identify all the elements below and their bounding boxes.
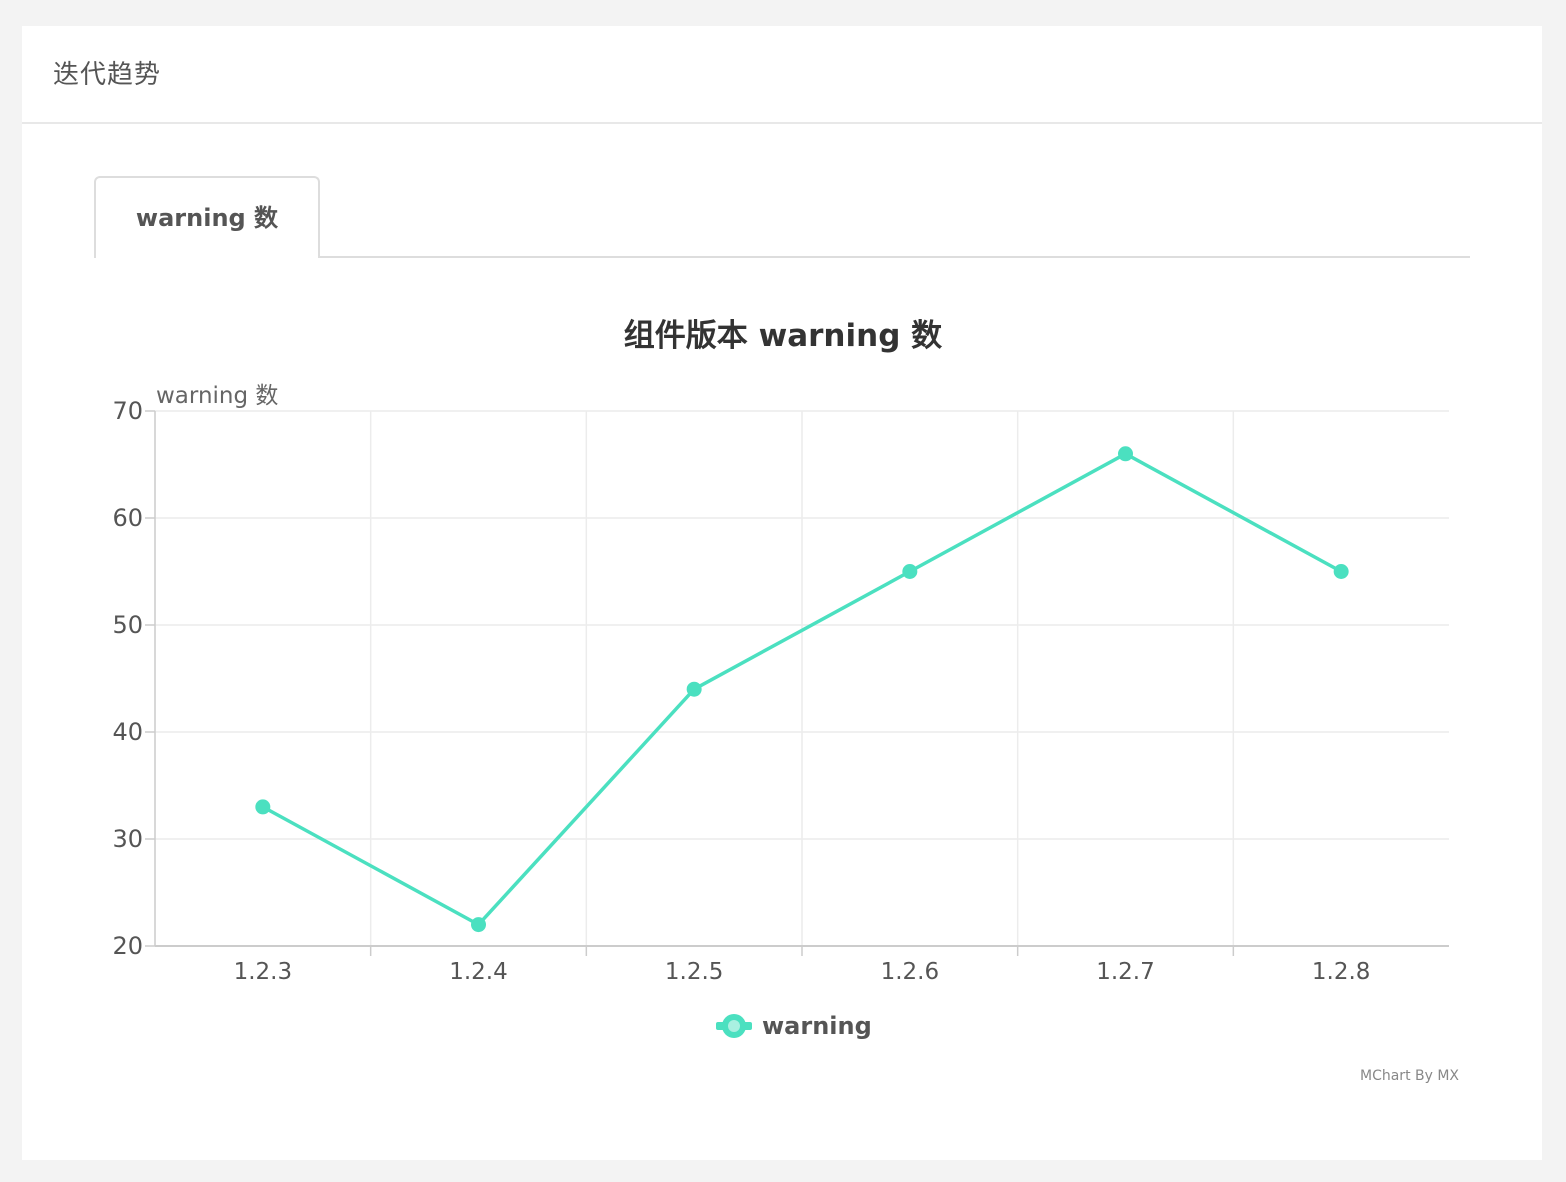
legend-marker-icon	[714, 1012, 754, 1040]
y-tick-label: 50	[112, 611, 143, 639]
chart-title: 组件版本 warning 数	[623, 318, 943, 354]
data-point	[1333, 564, 1349, 579]
data-point	[471, 917, 486, 933]
chart-credit: MChart By MX	[1360, 1068, 1460, 1084]
y-tick-label: 20	[112, 932, 143, 960]
y-tick-label: 60	[112, 504, 143, 532]
x-tick-label: 1.2.5	[665, 959, 724, 985]
x-tick-label: 1.2.3	[234, 959, 293, 985]
data-point	[255, 799, 271, 815]
data-point	[1118, 446, 1133, 462]
x-tick-label: 1.2.4	[449, 959, 508, 985]
x-tick-label: 1.2.6	[881, 959, 940, 985]
x-tick-label: 1.2.7	[1096, 959, 1155, 985]
legend-item-warning[interactable]: warning	[714, 1008, 872, 1044]
data-point	[902, 564, 918, 579]
y-tick-label: 30	[112, 825, 143, 853]
y-axis-label: warning 数	[156, 383, 279, 409]
y-tick-label: 70	[112, 397, 143, 425]
line-chart: 20 30 40 50 60 70 1.2.3 1.2.4 1.2.5 1.2.6 1.2.7 1.2…	[112, 397, 1449, 985]
data-point	[686, 681, 702, 697]
y-tick-label: 40	[112, 718, 143, 746]
legend-label: warning	[762, 1012, 872, 1040]
x-tick-label: 1.2.8	[1312, 959, 1371, 985]
